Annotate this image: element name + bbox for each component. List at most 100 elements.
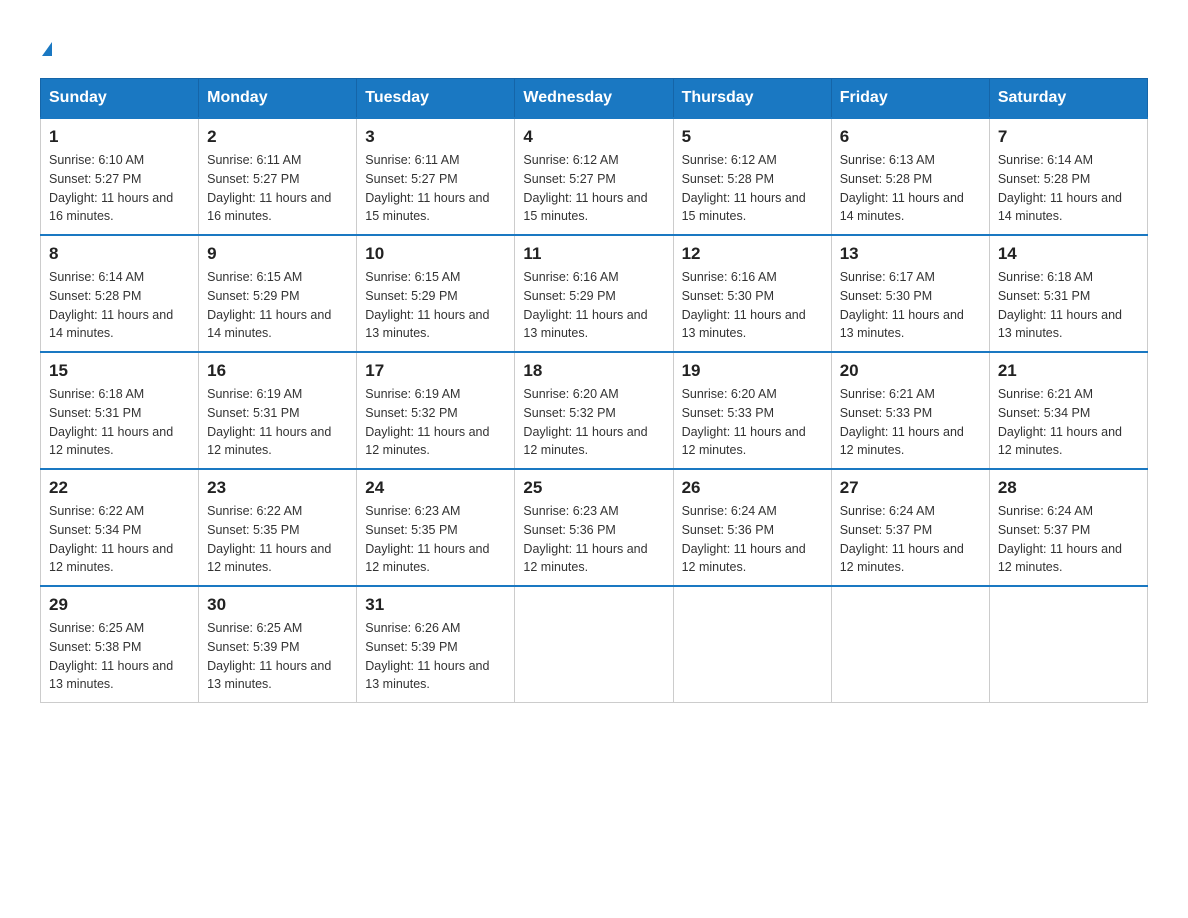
calendar-week-row: 15 Sunrise: 6:18 AMSunset: 5:31 PMDaylig… [41, 352, 1148, 469]
calendar-day-cell [673, 586, 831, 703]
calendar-day-cell: 6 Sunrise: 6:13 AMSunset: 5:28 PMDayligh… [831, 118, 989, 235]
day-number: 29 [49, 595, 190, 615]
calendar-day-cell: 14 Sunrise: 6:18 AMSunset: 5:31 PMDaylig… [989, 235, 1147, 352]
day-info: Sunrise: 6:26 AMSunset: 5:39 PMDaylight:… [365, 621, 489, 691]
calendar-day-cell: 26 Sunrise: 6:24 AMSunset: 5:36 PMDaylig… [673, 469, 831, 586]
day-number: 21 [998, 361, 1139, 381]
day-info: Sunrise: 6:24 AMSunset: 5:37 PMDaylight:… [998, 504, 1122, 574]
day-info: Sunrise: 6:16 AMSunset: 5:29 PMDaylight:… [523, 270, 647, 340]
calendar-day-header: Monday [199, 79, 357, 119]
calendar-day-cell: 30 Sunrise: 6:25 AMSunset: 5:39 PMDaylig… [199, 586, 357, 703]
calendar-day-cell: 12 Sunrise: 6:16 AMSunset: 5:30 PMDaylig… [673, 235, 831, 352]
day-info: Sunrise: 6:14 AMSunset: 5:28 PMDaylight:… [49, 270, 173, 340]
calendar-day-cell: 21 Sunrise: 6:21 AMSunset: 5:34 PMDaylig… [989, 352, 1147, 469]
calendar-day-header: Tuesday [357, 79, 515, 119]
calendar-day-cell: 5 Sunrise: 6:12 AMSunset: 5:28 PMDayligh… [673, 118, 831, 235]
day-number: 8 [49, 244, 190, 264]
day-info: Sunrise: 6:12 AMSunset: 5:28 PMDaylight:… [682, 153, 806, 223]
logo-top-row [40, 30, 52, 58]
day-number: 20 [840, 361, 981, 381]
calendar-day-cell: 11 Sunrise: 6:16 AMSunset: 5:29 PMDaylig… [515, 235, 673, 352]
calendar-day-cell: 2 Sunrise: 6:11 AMSunset: 5:27 PMDayligh… [199, 118, 357, 235]
calendar-day-cell: 16 Sunrise: 6:19 AMSunset: 5:31 PMDaylig… [199, 352, 357, 469]
calendar-body: 1 Sunrise: 6:10 AMSunset: 5:27 PMDayligh… [41, 118, 1148, 703]
calendar-day-cell [515, 586, 673, 703]
calendar-day-cell: 20 Sunrise: 6:21 AMSunset: 5:33 PMDaylig… [831, 352, 989, 469]
day-number: 22 [49, 478, 190, 498]
calendar-day-header: Friday [831, 79, 989, 119]
day-info: Sunrise: 6:15 AMSunset: 5:29 PMDaylight:… [365, 270, 489, 340]
calendar-day-header: Saturday [989, 79, 1147, 119]
day-number: 30 [207, 595, 348, 615]
calendar-day-cell: 15 Sunrise: 6:18 AMSunset: 5:31 PMDaylig… [41, 352, 199, 469]
calendar-day-cell: 18 Sunrise: 6:20 AMSunset: 5:32 PMDaylig… [515, 352, 673, 469]
day-number: 27 [840, 478, 981, 498]
page-header [40, 30, 1148, 58]
day-number: 24 [365, 478, 506, 498]
calendar-day-cell: 22 Sunrise: 6:22 AMSunset: 5:34 PMDaylig… [41, 469, 199, 586]
calendar-day-cell: 25 Sunrise: 6:23 AMSunset: 5:36 PMDaylig… [515, 469, 673, 586]
logo [40, 30, 52, 58]
day-info: Sunrise: 6:19 AMSunset: 5:32 PMDaylight:… [365, 387, 489, 457]
calendar-day-cell: 4 Sunrise: 6:12 AMSunset: 5:27 PMDayligh… [515, 118, 673, 235]
calendar-day-cell: 1 Sunrise: 6:10 AMSunset: 5:27 PMDayligh… [41, 118, 199, 235]
day-number: 26 [682, 478, 823, 498]
logo-triangle-icon [42, 42, 52, 56]
day-number: 31 [365, 595, 506, 615]
day-info: Sunrise: 6:12 AMSunset: 5:27 PMDaylight:… [523, 153, 647, 223]
day-number: 17 [365, 361, 506, 381]
day-info: Sunrise: 6:11 AMSunset: 5:27 PMDaylight:… [365, 153, 489, 223]
day-info: Sunrise: 6:22 AMSunset: 5:34 PMDaylight:… [49, 504, 173, 574]
day-info: Sunrise: 6:24 AMSunset: 5:36 PMDaylight:… [682, 504, 806, 574]
day-info: Sunrise: 6:21 AMSunset: 5:33 PMDaylight:… [840, 387, 964, 457]
day-info: Sunrise: 6:20 AMSunset: 5:32 PMDaylight:… [523, 387, 647, 457]
calendar-day-cell: 10 Sunrise: 6:15 AMSunset: 5:29 PMDaylig… [357, 235, 515, 352]
day-info: Sunrise: 6:25 AMSunset: 5:39 PMDaylight:… [207, 621, 331, 691]
day-number: 6 [840, 127, 981, 147]
calendar-week-row: 1 Sunrise: 6:10 AMSunset: 5:27 PMDayligh… [41, 118, 1148, 235]
calendar-day-cell: 29 Sunrise: 6:25 AMSunset: 5:38 PMDaylig… [41, 586, 199, 703]
day-info: Sunrise: 6:19 AMSunset: 5:31 PMDaylight:… [207, 387, 331, 457]
day-info: Sunrise: 6:24 AMSunset: 5:37 PMDaylight:… [840, 504, 964, 574]
calendar-header-row: SundayMondayTuesdayWednesdayThursdayFrid… [41, 79, 1148, 119]
day-number: 25 [523, 478, 664, 498]
day-number: 13 [840, 244, 981, 264]
day-info: Sunrise: 6:14 AMSunset: 5:28 PMDaylight:… [998, 153, 1122, 223]
day-number: 23 [207, 478, 348, 498]
calendar-day-header: Wednesday [515, 79, 673, 119]
day-number: 28 [998, 478, 1139, 498]
day-number: 9 [207, 244, 348, 264]
day-number: 16 [207, 361, 348, 381]
day-number: 15 [49, 361, 190, 381]
day-info: Sunrise: 6:20 AMSunset: 5:33 PMDaylight:… [682, 387, 806, 457]
calendar-day-header: Sunday [41, 79, 199, 119]
day-info: Sunrise: 6:23 AMSunset: 5:36 PMDaylight:… [523, 504, 647, 574]
day-info: Sunrise: 6:11 AMSunset: 5:27 PMDaylight:… [207, 153, 331, 223]
calendar-day-cell: 23 Sunrise: 6:22 AMSunset: 5:35 PMDaylig… [199, 469, 357, 586]
calendar-week-row: 22 Sunrise: 6:22 AMSunset: 5:34 PMDaylig… [41, 469, 1148, 586]
day-info: Sunrise: 6:10 AMSunset: 5:27 PMDaylight:… [49, 153, 173, 223]
calendar-day-cell: 13 Sunrise: 6:17 AMSunset: 5:30 PMDaylig… [831, 235, 989, 352]
calendar-day-cell: 8 Sunrise: 6:14 AMSunset: 5:28 PMDayligh… [41, 235, 199, 352]
day-info: Sunrise: 6:25 AMSunset: 5:38 PMDaylight:… [49, 621, 173, 691]
day-number: 10 [365, 244, 506, 264]
day-info: Sunrise: 6:17 AMSunset: 5:30 PMDaylight:… [840, 270, 964, 340]
day-number: 5 [682, 127, 823, 147]
day-info: Sunrise: 6:21 AMSunset: 5:34 PMDaylight:… [998, 387, 1122, 457]
calendar-day-cell: 24 Sunrise: 6:23 AMSunset: 5:35 PMDaylig… [357, 469, 515, 586]
calendar-day-cell: 9 Sunrise: 6:15 AMSunset: 5:29 PMDayligh… [199, 235, 357, 352]
day-number: 1 [49, 127, 190, 147]
day-number: 18 [523, 361, 664, 381]
day-number: 4 [523, 127, 664, 147]
day-info: Sunrise: 6:18 AMSunset: 5:31 PMDaylight:… [49, 387, 173, 457]
day-number: 12 [682, 244, 823, 264]
day-number: 19 [682, 361, 823, 381]
calendar-day-cell: 3 Sunrise: 6:11 AMSunset: 5:27 PMDayligh… [357, 118, 515, 235]
calendar-day-cell: 27 Sunrise: 6:24 AMSunset: 5:37 PMDaylig… [831, 469, 989, 586]
calendar-day-cell: 31 Sunrise: 6:26 AMSunset: 5:39 PMDaylig… [357, 586, 515, 703]
calendar-day-cell [831, 586, 989, 703]
calendar-day-cell: 7 Sunrise: 6:14 AMSunset: 5:28 PMDayligh… [989, 118, 1147, 235]
day-number: 2 [207, 127, 348, 147]
calendar-day-cell: 17 Sunrise: 6:19 AMSunset: 5:32 PMDaylig… [357, 352, 515, 469]
day-info: Sunrise: 6:13 AMSunset: 5:28 PMDaylight:… [840, 153, 964, 223]
